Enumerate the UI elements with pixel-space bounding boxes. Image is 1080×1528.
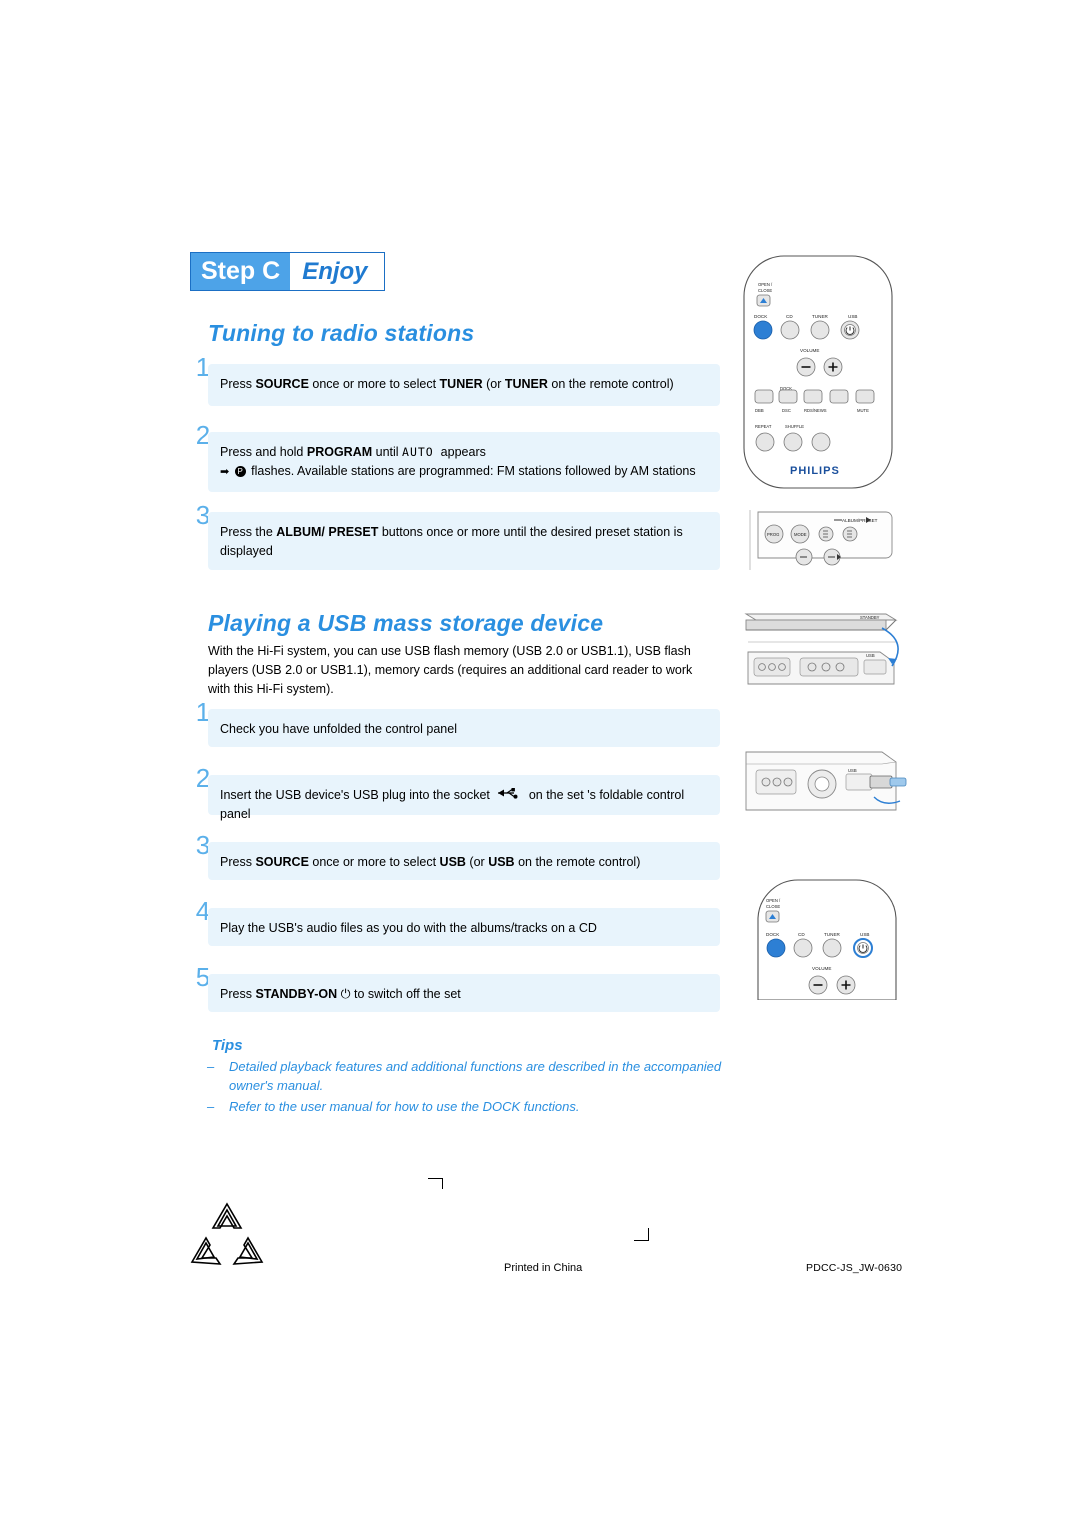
svg-text:USB: USB xyxy=(860,932,869,937)
svg-text:DBB: DBB xyxy=(755,408,764,413)
tip-item: – Detailed playback features and additio… xyxy=(207,1057,737,1095)
step-text: Press SOURCE once or more to select USB … xyxy=(220,855,641,869)
svg-text:CD: CD xyxy=(786,314,793,319)
svg-text:MUTE: MUTE xyxy=(857,408,869,413)
svg-text:MODE: MODE xyxy=(794,532,807,537)
step-text: Press the ALBUM/ PRESET buttons once or … xyxy=(220,525,683,558)
step-text: Press STANDBY-ON ⏻ to switch off the set xyxy=(220,987,461,1001)
tip-text: Detailed playback features and additiona… xyxy=(229,1059,722,1093)
remote-brand-label: PHILIPS xyxy=(790,465,840,477)
step-header-title: Enjoy xyxy=(290,253,384,290)
step-text: Press SOURCE once or more to select TUNE… xyxy=(220,377,674,391)
svg-text:RDS/NEWS: RDS/NEWS xyxy=(804,408,827,413)
svg-text:VOLUME: VOLUME xyxy=(800,348,819,353)
svg-text:REPEAT: REPEAT xyxy=(755,424,772,429)
usb-symbol-icon xyxy=(496,786,522,805)
usb-insertion-illustration: USB xyxy=(742,742,914,832)
step-header-badge: Step C xyxy=(191,253,291,290)
svg-text:USB: USB xyxy=(866,653,875,658)
svg-text:DSC: DSC xyxy=(782,408,791,413)
usb-intro-text: With the Hi-Fi system, you can use USB f… xyxy=(208,644,693,696)
tip-item: – Refer to the user manual for how to us… xyxy=(207,1097,737,1116)
tip-dash: – xyxy=(207,1099,215,1114)
svg-text:OPEN /: OPEN / xyxy=(766,898,781,903)
svg-text:PROG: PROG xyxy=(767,532,779,537)
tip-text: Refer to the user manual for how to use … xyxy=(229,1099,580,1114)
remote-label-open: OPEN / xyxy=(758,282,773,287)
svg-text:TUNER: TUNER xyxy=(812,314,829,319)
tips-heading: Tips xyxy=(212,1037,243,1054)
manual-page: Step C Enjoy Tuning to radio stations 1 … xyxy=(0,0,1080,1528)
svg-text:ALBUM/PRESET: ALBUM/PRESET xyxy=(842,518,878,523)
svg-text:USB: USB xyxy=(848,314,857,319)
tip-dash: – xyxy=(207,1059,215,1074)
remote-control-illustration-top: OPEN / CLOSE DOCK CD TUNER USB VOLUME DO… xyxy=(738,252,898,492)
svg-text:DOCK: DOCK xyxy=(766,932,780,937)
tips-list: – Detailed playback features and additio… xyxy=(207,1057,737,1118)
step-text: Press and hold PROGRAM until AUTO appear… xyxy=(220,445,696,478)
svg-text:CD: CD xyxy=(798,932,805,937)
svg-text:STANDBY: STANDBY xyxy=(860,615,880,620)
album-preset-panel-illustration: ALBUM/PRESET PROG MODE xyxy=(738,508,898,578)
control-panel-unfold-illustration: STANDBY USB xyxy=(742,608,914,718)
document-code-label: PDCC-JS_JW-0630 xyxy=(806,1262,903,1274)
svg-text:USB: USB xyxy=(848,768,857,773)
remote-label-close: CLOSE xyxy=(758,288,772,293)
svg-text:VOLUME: VOLUME xyxy=(812,966,831,971)
svg-text:DOCK: DOCK xyxy=(754,314,768,319)
remote-control-illustration-bottom: OPEN / CLOSE DOCK CD TUNER USB VOLUME xyxy=(750,878,902,1000)
svg-text:CLOSE: CLOSE xyxy=(766,904,780,909)
recycle-icon xyxy=(186,1200,268,1272)
svg-text:SHUFFLE: SHUFFLE xyxy=(785,424,804,429)
step-text: Insert the USB device's USB plug into th… xyxy=(220,786,685,822)
section-title-usb: Playing a USB mass storage device xyxy=(208,610,604,636)
crop-mark xyxy=(634,1228,649,1241)
step-text: Check you have unfolded the control pane… xyxy=(220,722,457,736)
crop-mark xyxy=(428,1178,443,1189)
section-title-tuning: Tuning to radio stations xyxy=(208,320,475,346)
printed-in-china-label: Printed in China xyxy=(504,1262,583,1274)
svg-text:TUNER: TUNER xyxy=(824,932,841,937)
step-text: Play the USB's audio files as you do wit… xyxy=(220,921,597,935)
step-header: Step C Enjoy xyxy=(190,252,385,291)
